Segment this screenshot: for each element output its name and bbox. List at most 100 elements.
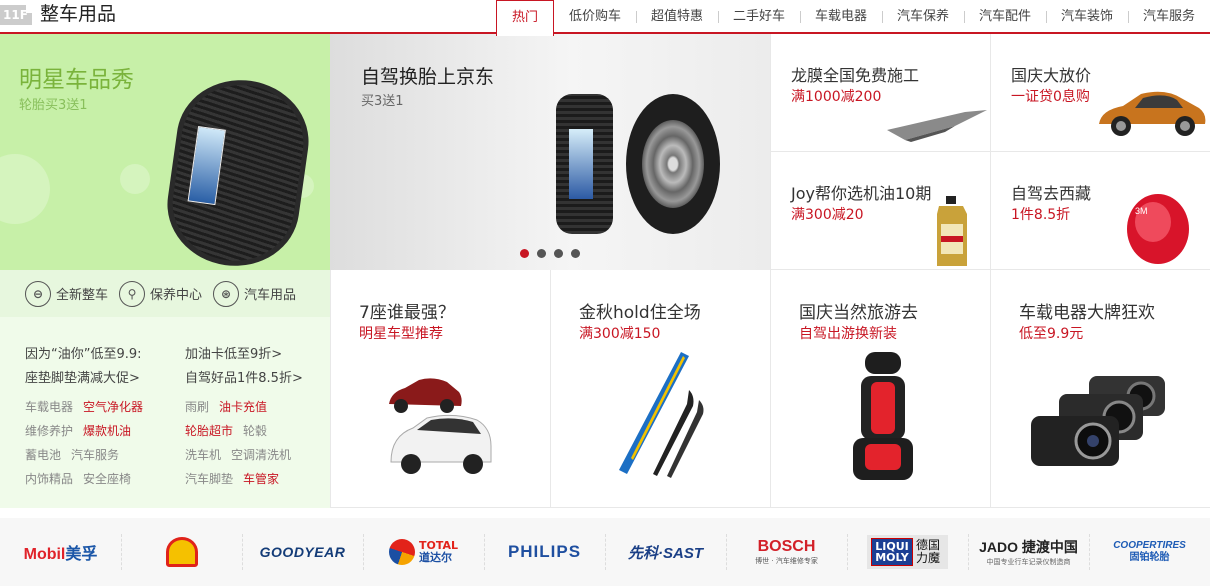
category-link[interactable]: 汽车服务 — [71, 446, 119, 463]
banner-subtitle: 买3送1 — [361, 94, 404, 109]
wiper-blade-image — [619, 352, 704, 478]
car-icon: ⊖ — [25, 280, 51, 307]
category-car-goods[interactable]: ⊛ 汽车用品 — [213, 280, 297, 307]
brand-logo: Mobil美孚 — [23, 546, 98, 563]
cell-title: 自驾去西藏 — [1011, 184, 1092, 203]
promo-link[interactable]: 因为“油你”低至9.9: — [25, 343, 142, 362]
brand-cooper[interactable]: COOPERTIRES 固铂轮胎 — [1089, 518, 1210, 586]
dash-camera-image — [1031, 376, 1165, 466]
brand-shell[interactable] — [121, 518, 242, 586]
category-maintenance[interactable]: ⚲ 保养中心 — [119, 280, 203, 307]
tab-hot[interactable]: 热门 — [496, 0, 554, 36]
promo-link[interactable]: 加油卡低至9折> — [185, 343, 282, 362]
carousel-dots — [520, 249, 588, 258]
category-label: 汽车用品 — [244, 288, 297, 303]
banner-title: 自驾换胎上京东 — [361, 66, 495, 88]
carousel-dot[interactable] — [554, 249, 563, 258]
center-banner[interactable]: 自驾换胎上京东 买3送1 — [330, 34, 770, 270]
category-link[interactable]: 车载电器 — [25, 398, 73, 415]
hero-title: 明星车品秀 — [19, 67, 134, 93]
brand-logo: COOPERTIRES 固铂轮胎 — [1113, 540, 1186, 563]
left-column: 明星车品秀 轮胎买3送1 ⊖ 全新整车 ⚲ 保养中心 ⊛ 汽车用品 因为“油你”… — [0, 34, 330, 508]
brand-logo: BOSCH 博世 · 汽车维修专家 — [755, 538, 818, 565]
tab-parts[interactable]: 汽车配件 — [964, 0, 1046, 34]
brand-logo: GOODYEAR — [259, 544, 346, 560]
brand-logo: JADO 捷渡中国 中国专业行车记录仪制造商 — [979, 539, 1078, 566]
cell-title: 国庆大放价 — [1011, 66, 1092, 85]
cell-title: 7座谁最强？ — [359, 303, 455, 323]
brand-mobil[interactable]: Mobil美孚 — [0, 518, 121, 586]
promo-link[interactable]: 自驾好品1件8.5折> — [185, 367, 303, 386]
tab-used-cars[interactable]: 二手好车 — [718, 0, 800, 34]
cell-title: 车载电器大牌狂欢 — [1019, 303, 1155, 323]
carousel-dot[interactable] — [571, 249, 580, 258]
cell-title: Joy帮你选机油10期 — [791, 184, 932, 203]
brand-sast[interactable]: 先科·SAST — [605, 518, 726, 586]
promo-cell[interactable]: 金秋hold住全场 满300减150 — [550, 270, 770, 508]
tab-low-price-car[interactable]: 低价购车 — [554, 0, 636, 34]
category-link[interactable]: 空气净化器 — [83, 398, 143, 415]
brand-total[interactable]: TOTAL 道达尔 — [363, 518, 484, 586]
category-label: 全新整车 — [56, 288, 109, 303]
category-link[interactable]: 车管家 — [243, 470, 279, 487]
window-film-image — [887, 110, 987, 142]
cell-subtitle: 自驾出游换新装 — [799, 326, 897, 342]
cell-title: 金秋hold住全场 — [579, 303, 701, 323]
promo-cell[interactable]: 7座谁最强？ 明星车型推荐 — [330, 270, 550, 508]
carousel-dot[interactable] — [520, 249, 529, 258]
category-row: ⊖ 全新整车 ⚲ 保养中心 ⊛ 汽车用品 — [0, 270, 330, 317]
cell-title: 国庆当然旅游去 — [799, 303, 918, 323]
brand-jado[interactable]: JADO 捷渡中国 中国专业行车记录仪制造商 — [968, 518, 1089, 586]
brand-philips[interactable]: PHILIPS — [484, 518, 605, 586]
decor-bubble — [120, 164, 150, 194]
promo-cell[interactable]: 国庆当然旅游去 自驾出游换新装 — [770, 270, 990, 508]
category-link[interactable]: 爆款机油 — [83, 422, 131, 439]
category-link[interactable]: 汽车脚垫 — [185, 470, 233, 487]
tire-image — [159, 71, 317, 270]
category-link[interactable]: 内饰精品 — [25, 470, 73, 487]
total-icon — [388, 539, 415, 565]
promo-cell[interactable]: 龙膜全国免费施工 满1000减200 — [770, 34, 990, 152]
category-link[interactable]: 蓄电池 — [25, 446, 61, 463]
promo-cell[interactable]: 车载电器大牌狂欢 低至9.9元 — [990, 270, 1210, 508]
category-link[interactable]: 安全座椅 — [83, 470, 131, 487]
category-link[interactable]: 雨刷 — [185, 398, 209, 415]
promo-cell[interactable]: Joy帮你选机油10期 满300减20 — [770, 152, 990, 270]
category-link[interactable]: 轮胎超市 — [185, 422, 233, 439]
brand-bar: Mobil美孚 GOODYEAR TOTAL 道达尔 PHILIPS 先科·SAS… — [0, 518, 1210, 586]
hero-banner-left[interactable]: 明星车品秀 轮胎买3送1 — [0, 34, 330, 270]
svg-text:3M: 3M — [1135, 206, 1148, 216]
category-link[interactable]: 维修养护 — [25, 422, 73, 439]
brand-logo: LIQUI MOLY 德国力魔 — [867, 535, 948, 569]
steering-wheel-icon: ⊛ — [213, 280, 240, 307]
tab-car-electronics[interactable]: 车载电器 — [800, 0, 882, 34]
brand-logo: PHILIPS — [507, 542, 582, 561]
brand-logo: 先科·SAST — [627, 544, 703, 562]
tab-deals[interactable]: 超值特惠 — [636, 0, 718, 34]
floor-tabs: 热门 低价购车 超值特惠 二手好车 车载电器 汽车保养 汽车配件 汽车装饰 汽车… — [496, 0, 1210, 36]
category-link[interactable]: 洗车机 — [185, 446, 221, 463]
hero-subtitle: 轮胎买3送1 — [19, 98, 88, 113]
category-link[interactable]: 空调清洗机 — [231, 446, 291, 463]
promo-link[interactable]: 座垫脚垫满减大促> — [25, 367, 140, 386]
promo-cell[interactable]: 国庆大放价 一证贷0息购 — [990, 34, 1210, 152]
tab-services[interactable]: 汽车服务 — [1128, 0, 1210, 34]
brand-bosch[interactable]: BOSCH 博世 · 汽车维修专家 — [726, 518, 847, 586]
category-link[interactable]: 轮毂 — [243, 422, 267, 439]
wrench-icon: ⚲ — [119, 280, 146, 307]
carousel-dot[interactable] — [537, 249, 546, 258]
mpv-car-image — [389, 378, 492, 474]
cell-subtitle: 满300减150 — [579, 326, 661, 342]
tire-image — [556, 94, 613, 234]
tab-maintenance[interactable]: 汽车保养 — [882, 0, 964, 34]
category-label: 保养中心 — [150, 288, 203, 303]
brand-liqui-moly[interactable]: LIQUI MOLY 德国力魔 — [847, 518, 968, 586]
category-link[interactable]: 油卡充值 — [219, 398, 267, 415]
car-image — [1099, 91, 1206, 136]
car-seat-image — [853, 352, 913, 480]
promo-cell[interactable]: 自驾去西藏 1件8.5折 3M — [990, 152, 1210, 270]
brand-goodyear[interactable]: GOODYEAR — [242, 518, 363, 586]
tab-decoration[interactable]: 汽车装饰 — [1046, 0, 1128, 34]
cell-subtitle: 低至9.9元 — [1019, 326, 1084, 342]
category-new-car[interactable]: ⊖ 全新整车 — [25, 280, 109, 307]
